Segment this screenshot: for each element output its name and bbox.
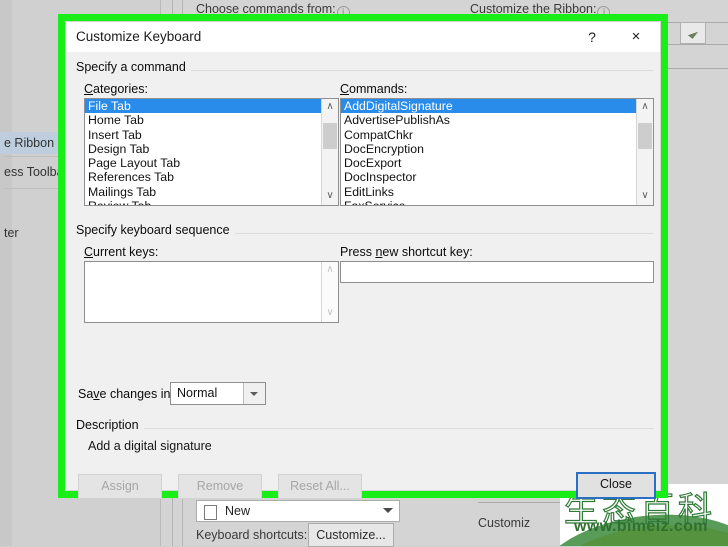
current-keys-listbox[interactable]: ∧ ∨ — [84, 261, 339, 323]
save-changes-label-b: e changes in: — [99, 387, 174, 401]
current-keys-label: Current keys: — [84, 245, 158, 259]
scroll-thumb[interactable] — [323, 123, 337, 149]
new-shortcut-label: Press new shortcut key: — [340, 245, 473, 259]
group-label-description: Description — [76, 418, 144, 432]
list-item[interactable]: DocEncryption — [341, 142, 636, 156]
commands-scrollbar[interactable]: ∧ ∨ — [636, 99, 653, 205]
commands-label: Commands: — [340, 82, 407, 96]
reset-all-button[interactable]: Reset All... — [278, 474, 362, 499]
current-keys-label-rest: urrent keys: — [93, 245, 159, 259]
categories-items: File Tab Home Tab Insert Tab Design Tab … — [85, 99, 321, 205]
categories-listbox[interactable]: File Tab Home Tab Insert Tab Design Tab … — [84, 98, 339, 206]
new-shortcut-input[interactable] — [340, 261, 654, 283]
categories-label: Categories: — [84, 82, 148, 96]
scroll-thumb[interactable] — [638, 123, 652, 149]
nav-item-label: ess Toolbar — [4, 165, 68, 179]
chevron-down-icon[interactable] — [243, 383, 265, 404]
list-item[interactable]: References Tab — [85, 170, 321, 184]
scroll-up-icon[interactable]: ∧ — [637, 99, 653, 116]
current-keys-items — [85, 262, 321, 322]
group-label-specify-command: Specify a command — [76, 60, 191, 74]
combo-value: New — [225, 504, 251, 518]
window-left-strip — [0, 0, 12, 546]
customize-the-ribbon-label: Customize the Ribbon: i — [470, 2, 611, 19]
nav-item-label: ter — [4, 226, 19, 240]
label-text: Keyboard shortcuts: — [196, 528, 308, 542]
close-icon[interactable]: × — [614, 22, 658, 52]
close-button[interactable]: Close — [576, 472, 656, 499]
accel-char: C — [84, 245, 94, 259]
info-icon[interactable]: i — [597, 6, 611, 19]
list-item[interactable]: Insert Tab — [85, 128, 321, 142]
list-item[interactable]: DocInspector — [341, 170, 636, 184]
list-item[interactable] — [85, 262, 321, 276]
commands-items: AddDigitalSignature AdvertisePublishAs C… — [341, 99, 636, 205]
group-label-keyboard-sequence: Specify keyboard sequence — [76, 223, 235, 237]
save-changes-combo[interactable]: Normal — [170, 382, 266, 405]
dialog-title: Customize Keyboard — [76, 29, 202, 44]
label-text: Choose commands from: — [196, 2, 336, 16]
commands-label-rest: ommands: — [349, 82, 408, 96]
list-item[interactable]: AdvertisePublishAs — [341, 113, 636, 127]
description-text: Add a digital signature — [88, 439, 212, 453]
new-file-combo[interactable]: New — [196, 500, 400, 522]
combo-value: Normal — [177, 386, 218, 400]
watermark-url-text: www.bimeiz.com — [574, 518, 708, 535]
save-changes-label-a: Sa — [78, 387, 94, 401]
assign-button[interactable]: Assign — [78, 474, 162, 499]
choose-commands-from-label: Choose commands from: i — [196, 2, 350, 19]
scroll-down-icon[interactable]: ∨ — [322, 305, 338, 322]
list-item[interactable]: DocExport — [341, 156, 636, 170]
scroll-up-icon[interactable]: ∧ — [322, 262, 338, 279]
bg-icon-box — [680, 22, 706, 44]
new-shortcut-label-b: ew shortcut key: — [382, 245, 473, 259]
keyboard-shortcuts-label: Keyboard shortcuts: — [196, 528, 307, 542]
button-label: Customize... — [316, 528, 386, 542]
accel-char: C — [340, 82, 350, 96]
label-text: Customiz — [478, 516, 531, 530]
commands-listbox[interactable]: AddDigitalSignature AdvertisePublishAs C… — [340, 98, 654, 206]
list-item[interactable]: CompatChkr — [341, 128, 636, 142]
scroll-down-icon[interactable]: ∨ — [322, 188, 338, 205]
list-item[interactable]: AddDigitalSignature — [341, 99, 636, 114]
remove-button[interactable]: Remove — [178, 474, 262, 499]
save-changes-label: Save changes in: — [78, 387, 174, 401]
list-item[interactable]: Review Tab — [85, 199, 321, 205]
new-shortcut-label-a: Press — [340, 245, 376, 259]
group-rule — [76, 428, 654, 429]
customize-truncated-label: Customiz — [478, 516, 530, 530]
document-icon — [204, 505, 217, 520]
scroll-up-icon[interactable]: ∧ — [322, 99, 338, 116]
customize-shortcuts-button[interactable]: Customize... — [308, 523, 394, 547]
chevron-down-icon — [383, 508, 393, 513]
dialog-titlebar: Customize Keyboard ? × — [66, 22, 660, 52]
list-item[interactable]: FaxService — [341, 199, 636, 205]
list-item[interactable]: Design Tab — [85, 142, 321, 156]
nav-item-label: e Ribbon — [4, 136, 55, 150]
categories-scrollbar[interactable]: ∧ ∨ — [321, 99, 338, 205]
list-item[interactable]: Page Layout Tab — [85, 156, 321, 170]
categories-label-rest: ategories: — [93, 82, 148, 96]
list-item[interactable]: EditLinks — [341, 185, 636, 199]
pencil-icon — [687, 28, 699, 39]
list-item[interactable]: Home Tab — [85, 113, 321, 127]
info-icon[interactable]: i — [336, 6, 350, 19]
scroll-down-icon[interactable]: ∨ — [637, 188, 653, 205]
list-item[interactable]: Mailings Tab — [85, 185, 321, 199]
current-keys-scrollbar[interactable]: ∧ ∨ — [321, 262, 338, 322]
label-text: Customize the Ribbon: — [470, 2, 597, 16]
list-item[interactable]: File Tab — [85, 99, 321, 114]
customize-keyboard-dialog: Customize Keyboard ? × Specify a command… — [65, 21, 661, 499]
help-icon[interactable]: ? — [570, 22, 614, 52]
accel-char: C — [84, 82, 94, 96]
